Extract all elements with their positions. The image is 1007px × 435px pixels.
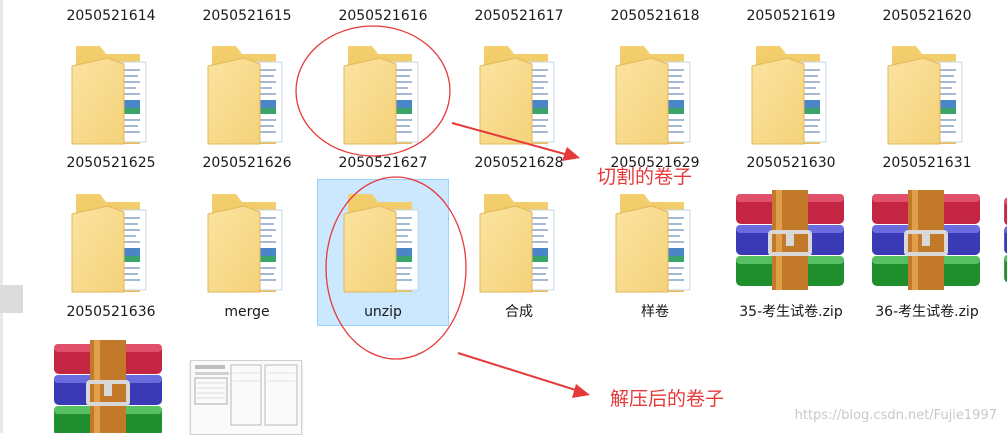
highlight-circle-unzip (325, 176, 467, 360)
annotation-layer (295, 25, 590, 398)
annotation-unzip-label: 解压后的卷子 (610, 388, 725, 410)
watermark: https://blog.csdn.net/Fujie1997 (794, 408, 997, 423)
arrow-to-cut-label (451, 122, 580, 161)
arrow-to-unzip-label (457, 352, 590, 398)
annotation-cut-label: 切割的卷子 (597, 166, 693, 188)
highlight-circle-cut (295, 25, 451, 157)
